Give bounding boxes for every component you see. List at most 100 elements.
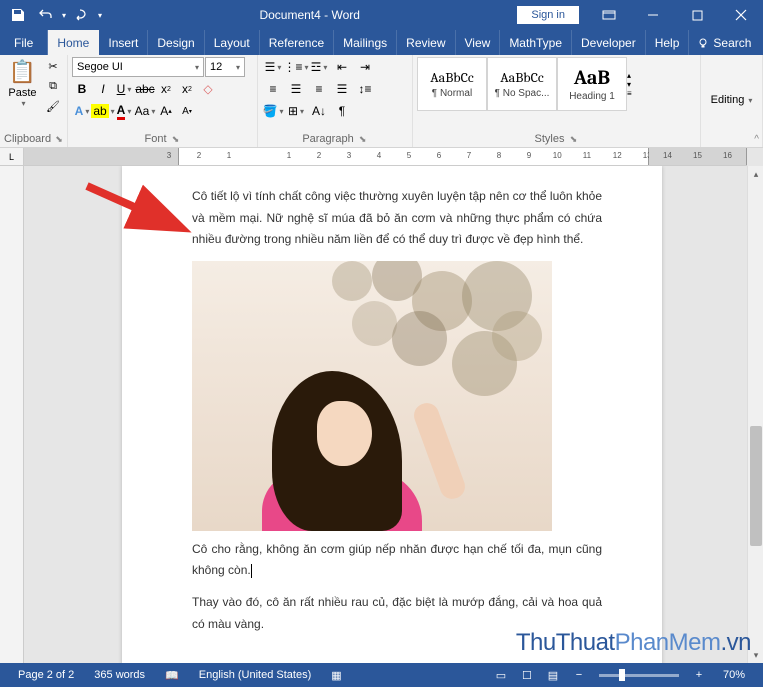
document-scroll[interactable]: Cô tiết lộ vì tính chất công việc thường… — [24, 166, 747, 663]
strikethrough-button[interactable]: abc — [135, 79, 155, 99]
save-button[interactable] — [4, 1, 32, 29]
tab-references[interactable]: Reference — [260, 30, 334, 55]
change-case-button[interactable]: Aa▾ — [135, 101, 155, 121]
tab-home[interactable]: Home — [48, 30, 99, 55]
cut-button[interactable]: ✂ — [43, 57, 63, 75]
styles-group: AaBbCc ¶ Normal AaBbCc ¶ No Spac... AaB … — [413, 55, 701, 147]
sort-button[interactable]: A↓ — [308, 101, 330, 121]
borders-button[interactable]: ⊞▾ — [285, 101, 307, 121]
tab-insert[interactable]: Insert — [99, 30, 148, 55]
quick-access-toolbar: ▾ ▾ — [0, 1, 102, 29]
tab-design[interactable]: Design — [148, 30, 204, 55]
clipboard-group: 📋 Paste ▾ ✂ ⧉ 🖌 Clipboard⬊ — [0, 55, 68, 147]
align-center-button[interactable]: ☰ — [285, 79, 307, 99]
print-layout-button[interactable]: ☐ — [515, 665, 539, 685]
dialog-launcher-icon[interactable]: ⬊ — [171, 134, 181, 144]
chevron-down-icon: ▾ — [21, 99, 25, 108]
clear-formatting-button[interactable]: ◇ — [198, 79, 218, 99]
font-size-dropdown[interactable]: 12▾ — [205, 57, 245, 77]
copy-button[interactable]: ⧉ — [43, 77, 63, 95]
document-area: L 3 2 1 1 2 3 4 5 6 7 8 9 10 11 12 13 — [0, 148, 763, 663]
text-effects-button[interactable]: A▾ — [72, 101, 92, 121]
minimize-button[interactable] — [631, 0, 675, 30]
read-mode-button[interactable]: ▭ — [489, 665, 513, 685]
tab-mailings[interactable]: Mailings — [334, 30, 397, 55]
paragraph-text[interactable]: Cô cho rằng, không ăn cơm giúp nếp nhăn … — [192, 539, 602, 582]
highlight-button[interactable]: ab▾ — [93, 101, 113, 121]
language-indicator[interactable]: English (United States) — [189, 669, 322, 681]
ribbon: 📋 Paste ▾ ✂ ⧉ 🖌 Clipboard⬊ Segoe UI▾ 12▾… — [0, 55, 763, 148]
italic-button[interactable]: I — [93, 79, 113, 99]
align-right-button[interactable]: ≡ — [308, 79, 330, 99]
style-no-spacing[interactable]: AaBbCc ¶ No Spac... — [487, 57, 557, 111]
macro-icon[interactable]: ▦ — [321, 669, 351, 682]
dialog-launcher-icon[interactable]: ⬊ — [358, 134, 368, 144]
search-box[interactable]: Search — [689, 30, 759, 55]
zoom-in-button[interactable]: + — [687, 665, 711, 685]
statusbar: Page 2 of 2 365 words 📖 English (United … — [0, 663, 763, 687]
zoom-level[interactable]: 70% — [713, 669, 755, 681]
line-spacing-button[interactable]: ↕≡ — [354, 79, 376, 99]
styles-more-button[interactable]: ▴▾≡ — [627, 57, 643, 111]
text-cursor — [251, 564, 252, 578]
ruler-corner[interactable]: L — [0, 148, 24, 166]
superscript-button[interactable]: x2 — [177, 79, 197, 99]
bold-button[interactable]: B — [72, 79, 92, 99]
format-painter-button[interactable]: 🖌 — [43, 97, 63, 115]
horizontal-ruler[interactable]: 3 2 1 1 2 3 4 5 6 7 8 9 10 11 12 13 14 1… — [24, 148, 747, 166]
style-normal[interactable]: AaBbCc ¶ Normal — [417, 57, 487, 111]
watermark: ThuThuatPhanMem.vn — [516, 629, 751, 657]
page-indicator[interactable]: Page 2 of 2 — [8, 669, 84, 681]
tab-mathtype[interactable]: MathType — [500, 30, 572, 55]
document-image[interactable] — [192, 261, 552, 531]
dialog-launcher-icon[interactable]: ⬊ — [55, 134, 63, 144]
underline-button[interactable]: U▾ — [114, 79, 134, 99]
grow-font-button[interactable]: A▴ — [156, 101, 176, 121]
close-button[interactable] — [719, 0, 763, 30]
maximize-button[interactable] — [675, 0, 719, 30]
undo-button[interactable] — [32, 1, 60, 29]
signin-button[interactable]: Sign in — [517, 6, 579, 24]
dialog-launcher-icon[interactable]: ⬊ — [568, 134, 578, 144]
document-page[interactable]: Cô tiết lộ vì tính chất công việc thường… — [122, 166, 662, 663]
tab-help[interactable]: Help — [646, 30, 690, 55]
share-button[interactable]: Share — [759, 30, 763, 55]
web-layout-button[interactable]: ▤ — [541, 665, 565, 685]
vertical-scrollbar[interactable]: ▴ ▾ — [747, 166, 763, 663]
vertical-ruler[interactable] — [0, 166, 24, 663]
editing-button[interactable]: Editing▾ — [711, 94, 753, 106]
scroll-up-icon[interactable]: ▴ — [748, 166, 763, 182]
show-marks-button[interactable]: ¶ — [331, 101, 353, 121]
redo-button[interactable] — [66, 1, 94, 29]
paragraph-text[interactable]: Cô tiết lộ vì tính chất công việc thường… — [192, 186, 602, 251]
collapse-ribbon-icon[interactable]: ^ — [754, 134, 759, 145]
paragraph-group: ☰▾ ⋮≡▾ ☲▾ ⇤ ⇥ ≡ ☰ ≡ ☰ ↕≡ 🪣▾ ⊞▾ A↓ ¶ Para… — [258, 55, 413, 147]
zoom-slider[interactable] — [599, 674, 679, 677]
multilevel-button[interactable]: ☲▾ — [308, 57, 330, 77]
tab-view[interactable]: View — [456, 30, 501, 55]
shrink-font-button[interactable]: A▾ — [177, 101, 197, 121]
ribbon-display-button[interactable] — [587, 0, 631, 30]
spell-check-icon[interactable]: 📖 — [155, 669, 189, 682]
scroll-thumb[interactable] — [750, 426, 762, 546]
decrease-indent-button[interactable]: ⇤ — [331, 57, 353, 77]
bullets-button[interactable]: ☰▾ — [262, 57, 284, 77]
word-count[interactable]: 365 words — [84, 669, 155, 681]
font-color-button[interactable]: A▾ — [114, 101, 134, 121]
tab-layout[interactable]: Layout — [205, 30, 260, 55]
style-heading1[interactable]: AaB Heading 1 — [557, 57, 627, 111]
paragraph-label: Paragraph — [302, 133, 353, 145]
align-left-button[interactable]: ≡ — [262, 79, 284, 99]
zoom-out-button[interactable]: − — [567, 665, 591, 685]
paste-button[interactable]: 📋 Paste ▾ — [4, 57, 41, 110]
increase-indent-button[interactable]: ⇥ — [354, 57, 376, 77]
numbering-button[interactable]: ⋮≡▾ — [285, 57, 307, 77]
font-name-dropdown[interactable]: Segoe UI▾ — [72, 57, 204, 77]
subscript-button[interactable]: x2 — [156, 79, 176, 99]
tab-developer[interactable]: Developer — [572, 30, 646, 55]
shading-button[interactable]: 🪣▾ — [262, 101, 284, 121]
file-tab[interactable]: File — [0, 30, 48, 55]
tab-review[interactable]: Review — [397, 30, 455, 55]
justify-button[interactable]: ☰ — [331, 79, 353, 99]
zoom-slider-thumb[interactable] — [619, 669, 625, 681]
